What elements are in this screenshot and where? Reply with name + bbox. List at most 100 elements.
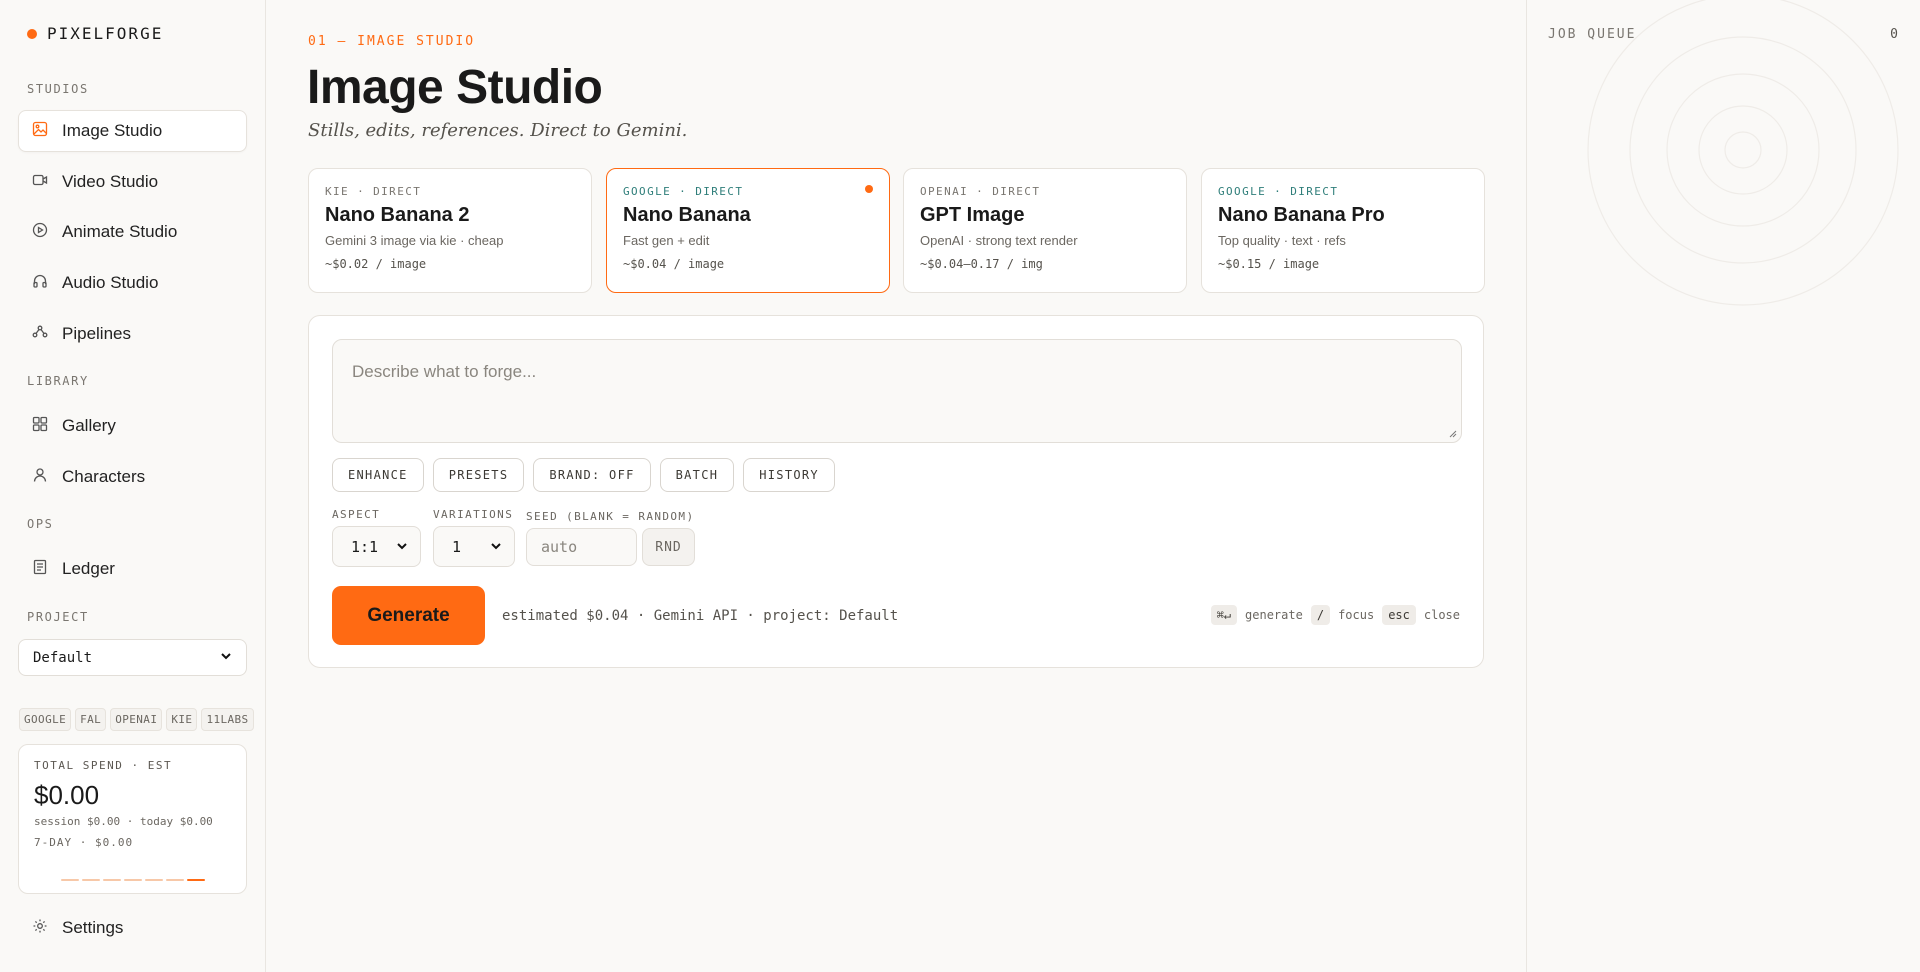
cost-estimate: estimated $0.04 · Gemini API · project: … [502, 608, 899, 624]
page-subtitle: Stills, edits, references. Direct to Gem… [308, 120, 688, 141]
model-price: ~$0.15 / image [1218, 257, 1320, 271]
aspect-label: ASPECT [332, 508, 381, 521]
model-desc: OpenAI · strong text render [920, 233, 1078, 248]
composer-chips: ENHANCE PRESETS BRAND: OFF BATCH HISTORY [332, 458, 835, 492]
sidebar-item-label: Characters [62, 467, 146, 486]
presets-button[interactable]: PRESETS [432, 458, 525, 492]
project-select-value: Default [33, 649, 93, 666]
sidebar-item-animate-studio[interactable]: Animate Studio [18, 211, 247, 253]
sidebar-item-gallery[interactable]: Gallery [18, 405, 247, 447]
model-price: ~$0.04 / image [623, 257, 725, 271]
model-desc: Gemini 3 image via kie · cheap [325, 233, 504, 248]
shortcut-text: close [1423, 608, 1460, 622]
headphones-icon [32, 273, 48, 294]
spend-card: TOTAL SPEND · EST $0.00 session $0.00 · … [18, 744, 247, 894]
provider-badge: FAL [75, 708, 107, 731]
prompt-placeholder: Describe what to forge... [352, 362, 537, 381]
play-circle-icon [32, 222, 48, 243]
spend-sub: session $0.00 · today $0.00 [34, 815, 213, 828]
model-price: ~$0.02 / image [325, 257, 427, 271]
sidebar: PIXELFORGE STUDIOS Image Studio Video St… [0, 0, 266, 972]
sidebar-item-image-studio[interactable]: Image Studio [18, 110, 247, 152]
model-desc: Fast gen + edit [623, 233, 710, 248]
provider-badge: OPENAI [110, 708, 163, 731]
sidebar-item-label: Gallery [62, 416, 116, 435]
project-select[interactable]: Default [18, 639, 247, 676]
aspect-value: 1:1 [351, 537, 379, 556]
seed-placeholder: auto [541, 538, 578, 556]
random-seed-button[interactable]: RND [642, 528, 695, 566]
model-card-gpt-image[interactable]: OPENAI · DIRECT GPT Image OpenAI · stron… [903, 168, 1187, 293]
shortcut-text: generate [1245, 608, 1303, 622]
model-tag: GOOGLE · DIRECT [623, 185, 744, 198]
sidebar-item-characters[interactable]: Characters [18, 456, 247, 498]
generate-button[interactable]: Generate [332, 586, 485, 645]
variations-value: 1 [452, 537, 462, 556]
image-icon [32, 121, 48, 142]
shortcut-key: esc [1382, 605, 1416, 625]
sidebar-item-label: Image Studio [62, 121, 163, 140]
aspect-select[interactable]: 1:1 [332, 526, 421, 567]
sidebar-item-label: Settings [62, 918, 124, 937]
variations-select[interactable]: 1 [433, 526, 515, 567]
spend-amount: $0.00 [34, 780, 100, 810]
variations-label: VARIATIONS [433, 508, 514, 521]
model-card-nano-banana[interactable]: GOOGLE · DIRECT Nano Banana Fast gen + e… [606, 168, 890, 293]
model-tag: OPENAI · DIRECT [920, 185, 1041, 198]
model-card-nano-banana-pro[interactable]: GOOGLE · DIRECT Nano Banana Pro Top qual… [1201, 168, 1485, 293]
sidebar-item-label: Ledger [62, 559, 115, 578]
provider-badge: KIE [166, 708, 198, 731]
sidebar-item-audio-studio[interactable]: Audio Studio [18, 262, 247, 304]
spend-sparkline [61, 879, 205, 881]
enhance-button[interactable]: ENHANCE [332, 458, 424, 492]
brand-toggle-button[interactable]: BRAND: OFF [533, 458, 651, 492]
spend-week: 7-DAY · $0.00 [34, 836, 134, 849]
model-tag: GOOGLE · DIRECT [1218, 185, 1339, 198]
seed-input[interactable]: auto [526, 528, 637, 566]
sidebar-item-pipelines[interactable]: Pipelines [18, 313, 247, 355]
model-name: Nano Banana [623, 204, 751, 226]
brand-name: PIXELFORGE [47, 24, 164, 43]
resize-handle-icon[interactable] [1447, 428, 1457, 438]
ledger-icon [32, 559, 48, 580]
spend-label: TOTAL SPEND · EST [34, 759, 173, 772]
chevron-down-icon [396, 538, 408, 556]
batch-button[interactable]: BATCH [659, 458, 735, 492]
spiral-decoration-icon [1587, 0, 1899, 306]
queue-count: 0 [1890, 27, 1898, 42]
job-queue-panel: JOB QUEUE 0 [1526, 0, 1920, 972]
composer: Describe what to forge... ENHANCE PRESET… [308, 315, 1484, 668]
sidebar-item-settings[interactable]: Settings [18, 907, 247, 949]
brand-dot-icon [27, 28, 37, 39]
sidebar-item-video-studio[interactable]: Video Studio [18, 161, 247, 203]
shortcut-key: / [1310, 605, 1331, 625]
queue-title: JOB QUEUE [1548, 27, 1637, 42]
nodes-icon [32, 324, 48, 345]
chevron-down-icon [220, 650, 232, 666]
sidebar-item-label: Animate Studio [62, 222, 178, 241]
provider-badge: 11LABS [201, 708, 254, 731]
seed-label: SEED (BLANK = RANDOM) [526, 510, 695, 523]
section-label-library: LIBRARY [27, 374, 89, 388]
sidebar-item-label: Audio Studio [62, 273, 159, 292]
sidebar-item-label: Video Studio [62, 172, 159, 191]
prompt-input[interactable]: Describe what to forge... [332, 339, 1462, 443]
section-label-studios: STUDIOS [27, 82, 89, 96]
model-name: Nano Banana Pro [1218, 204, 1385, 226]
section-label-ops: OPS [27, 517, 54, 531]
page-title: Image Studio [307, 61, 603, 114]
sidebar-item-ledger[interactable]: Ledger [18, 548, 247, 590]
provider-badge: GOOGLE [19, 708, 72, 731]
section-label-project: PROJECT [27, 610, 89, 624]
model-tag: KIE · DIRECT [325, 185, 422, 198]
model-name: Nano Banana 2 [325, 204, 470, 226]
sidebar-item-label: Pipelines [62, 324, 131, 343]
model-card-nano-banana-2[interactable]: KIE · DIRECT Nano Banana 2 Gemini 3 imag… [308, 168, 592, 293]
history-button[interactable]: HISTORY [743, 458, 835, 492]
selected-dot-icon [865, 185, 873, 193]
model-name: GPT Image [920, 204, 1025, 226]
brand[interactable]: PIXELFORGE [27, 24, 163, 43]
gear-icon [32, 918, 48, 939]
model-price: ~$0.04–0.17 / img [920, 257, 1043, 271]
chevron-down-icon [490, 538, 502, 556]
